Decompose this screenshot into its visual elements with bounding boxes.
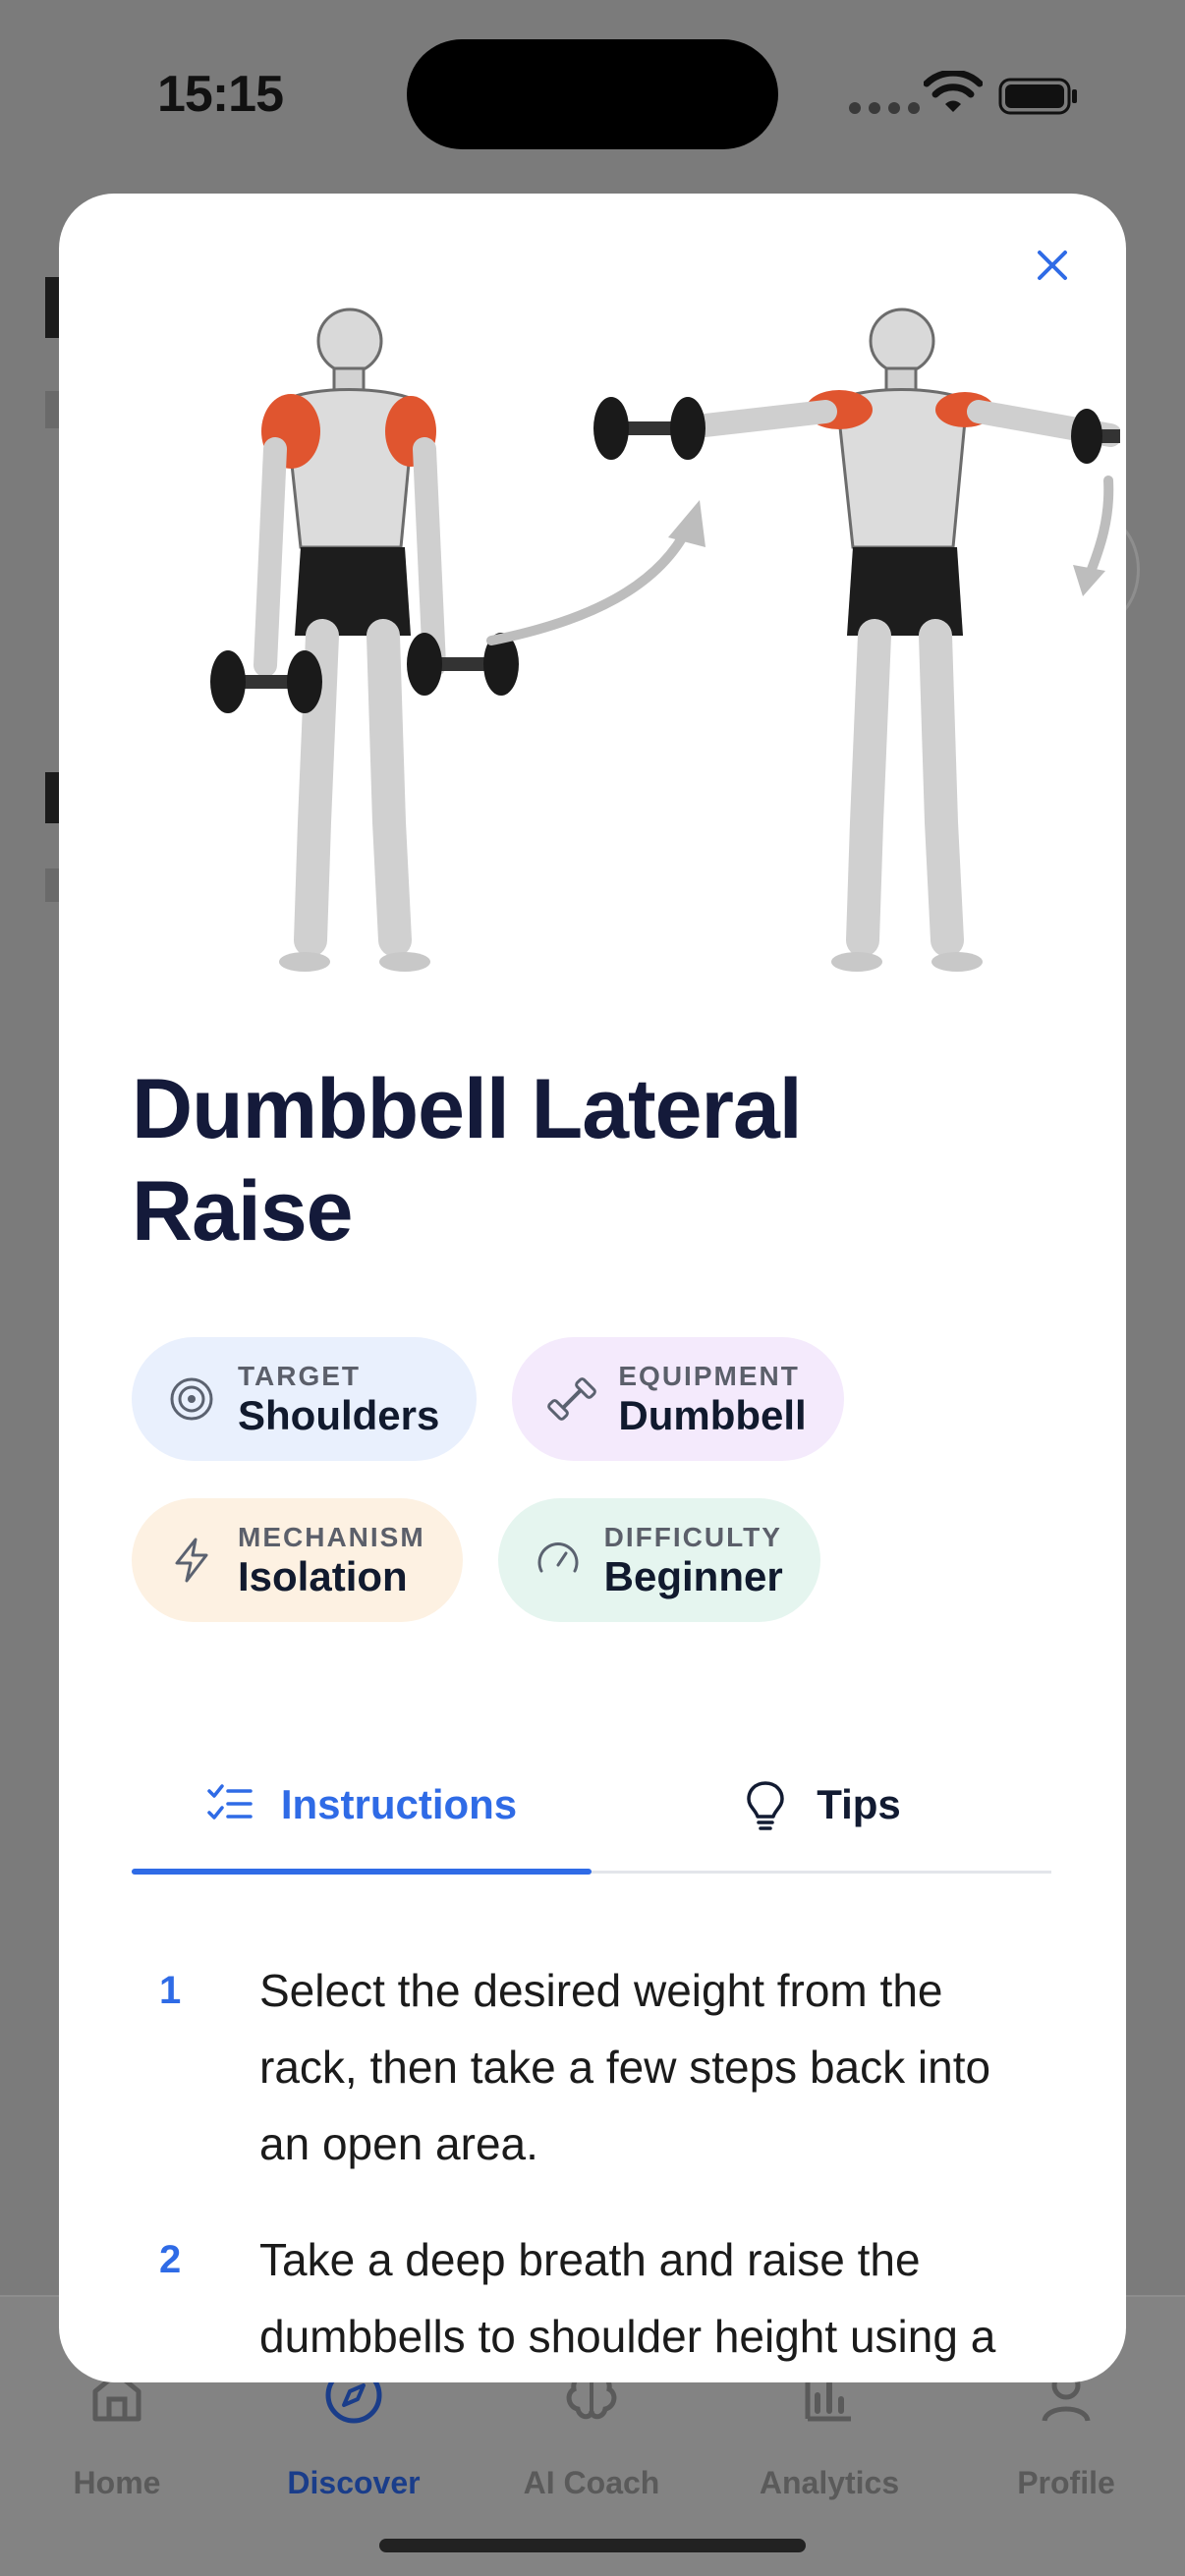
background-heading-fragment bbox=[45, 277, 59, 338]
lightbulb-icon bbox=[747, 1781, 784, 1830]
attribute-chips: TARGET Shoulders EQUIPMENT Dumbbell MECH… bbox=[132, 1337, 1075, 1622]
tab-instructions-label: Instructions bbox=[280, 1781, 518, 1827]
gauge-icon bbox=[537, 1542, 579, 1573]
chip-mechanism: MECHANISM Isolation bbox=[132, 1498, 463, 1622]
chip-difficulty-value: Beginner bbox=[603, 1553, 783, 1599]
background-heading-fragment bbox=[45, 772, 59, 823]
tab-discover-label: Discover bbox=[287, 2465, 421, 2500]
detail-tabs: Instructions Tips bbox=[132, 1736, 1051, 1875]
chip-equipment-key: EQUIPMENT bbox=[618, 1361, 800, 1391]
battery-icon bbox=[998, 78, 1077, 115]
tab-home[interactable]: Home bbox=[19, 2366, 215, 2501]
instruction-list: 1 Select the desired weight from the rac… bbox=[132, 1952, 1075, 2382]
step-text: Take a deep breath and raise the dumbbel… bbox=[259, 2234, 996, 2362]
tab-home-label: Home bbox=[73, 2465, 161, 2500]
chip-target: TARGET Shoulders bbox=[132, 1337, 478, 1461]
instruction-step: 2 Take a deep breath and raise the dumbb… bbox=[132, 2221, 1075, 2375]
chip-target-key: TARGET bbox=[238, 1361, 362, 1391]
wifi-icon bbox=[924, 71, 983, 112]
chip-equipment-value: Dumbbell bbox=[618, 1392, 807, 1438]
dumbbell-right-raised bbox=[1071, 409, 1120, 464]
motion-arrow-down bbox=[1084, 476, 1114, 582]
chip-difficulty-key: DIFFICULTY bbox=[603, 1522, 782, 1552]
exercise-detail-sheet: Dumbbell Lateral Raise TARGET Shoulders … bbox=[59, 194, 1126, 2382]
chip-difficulty: DIFFICULTY Beginner bbox=[497, 1498, 820, 1622]
tab-ai-coach[interactable]: AI Coach bbox=[493, 2366, 690, 2501]
tab-profile[interactable]: Profile bbox=[968, 2366, 1164, 2501]
exercise-title: Dumbbell Lateral Raise bbox=[132, 1062, 803, 1259]
active-tab-indicator bbox=[132, 1869, 592, 1875]
chip-mechanism-value: Isolation bbox=[238, 1553, 408, 1599]
background-text-fragment bbox=[45, 868, 59, 902]
status-time: 15:15 bbox=[157, 66, 284, 123]
step-text: Select the desired weight from the rack,… bbox=[259, 1965, 991, 2169]
tab-analytics-label: Analytics bbox=[759, 2465, 900, 2500]
dumbbell-icon bbox=[547, 1377, 597, 1421]
motion-arrow-up bbox=[486, 523, 693, 645]
checklist-icon bbox=[207, 1784, 253, 1820]
instruction-step: 1 Select the desired weight from the rac… bbox=[132, 1952, 1075, 2182]
tab-ai-coach-label: AI Coach bbox=[523, 2465, 660, 2500]
figure-start-position bbox=[210, 308, 519, 972]
dumbbell-left-raised bbox=[593, 397, 705, 460]
chip-equipment: EQUIPMENT Dumbbell bbox=[512, 1337, 844, 1461]
background-text-fragment bbox=[45, 391, 59, 428]
chip-target-value: Shoulders bbox=[238, 1392, 440, 1438]
figure-end-position bbox=[593, 308, 1120, 972]
exercise-illustration bbox=[210, 308, 1120, 972]
tab-tips[interactable]: Tips bbox=[592, 1736, 1051, 1874]
home-indicator[interactable] bbox=[379, 2539, 806, 2552]
tab-analytics[interactable]: Analytics bbox=[731, 2366, 928, 2501]
tab-profile-label: Profile bbox=[1017, 2465, 1115, 2500]
target-icon bbox=[170, 1377, 213, 1421]
step-number: 1 bbox=[159, 1969, 182, 2012]
tab-instructions[interactable]: Instructions bbox=[132, 1736, 592, 1874]
step-number: 2 bbox=[159, 2238, 182, 2281]
lightning-icon bbox=[175, 1538, 208, 1583]
tab-tips-label: Tips bbox=[817, 1781, 901, 1827]
cellular-signal-icon bbox=[849, 102, 920, 114]
chip-mechanism-key: MECHANISM bbox=[238, 1522, 425, 1552]
tab-discover[interactable]: Discover bbox=[255, 2366, 452, 2501]
dynamic-island bbox=[407, 39, 778, 149]
